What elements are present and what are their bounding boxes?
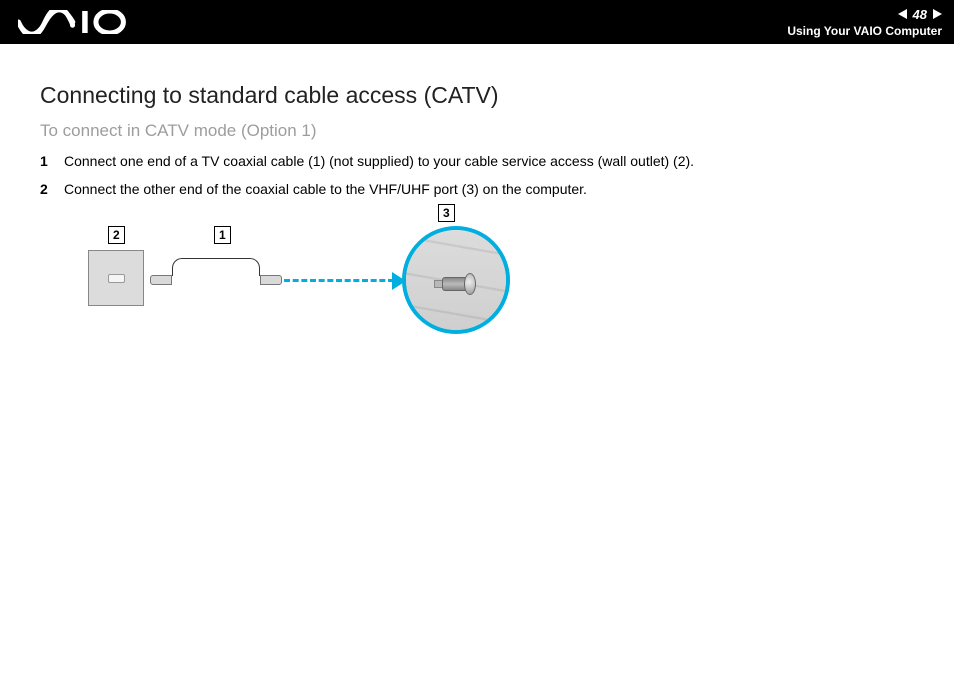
instruction-step: 2 Connect the other end of the coaxial c…	[40, 179, 914, 201]
cable-wire-icon	[172, 258, 260, 276]
page-subheading: To connect in CATV mode (Option 1)	[40, 121, 914, 141]
page-navigator: 48	[898, 7, 942, 22]
page-heading: Connecting to standard cable access (CAT…	[40, 82, 914, 109]
connection-diagram: 2 1 3	[58, 222, 528, 342]
step-number: 1	[40, 151, 52, 173]
header-right: 48 Using Your VAIO Computer	[787, 7, 942, 38]
wall-socket-icon	[108, 274, 125, 283]
coax-cable-icon	[150, 276, 282, 284]
step-text: Connect one end of a TV coaxial cable (1…	[64, 151, 694, 173]
page-content: Connecting to standard cable access (CAT…	[0, 44, 954, 362]
callout-1-label: 1	[214, 226, 231, 244]
page-number: 48	[913, 7, 927, 22]
callout-3-label: 3	[438, 204, 455, 222]
next-page-button[interactable]	[933, 9, 942, 19]
wall-outlet-icon	[88, 250, 144, 306]
header-bar: 48 Using Your VAIO Computer	[0, 0, 954, 44]
callout-2-label: 2	[108, 226, 125, 244]
step-text: Connect the other end of the coaxial cab…	[64, 179, 587, 201]
coax-port-icon	[434, 270, 476, 298]
step-number: 2	[40, 179, 52, 201]
instruction-list: 1 Connect one end of a TV coaxial cable …	[40, 151, 914, 200]
direction-line-icon	[284, 279, 394, 282]
prev-page-button[interactable]	[898, 9, 907, 19]
section-title: Using Your VAIO Computer	[787, 24, 942, 38]
cable-plug-right-icon	[260, 275, 282, 285]
vaio-logo	[18, 0, 128, 44]
cable-plug-left-icon	[150, 275, 172, 285]
vhf-uhf-port-callout	[402, 226, 510, 334]
instruction-step: 1 Connect one end of a TV coaxial cable …	[40, 151, 914, 173]
